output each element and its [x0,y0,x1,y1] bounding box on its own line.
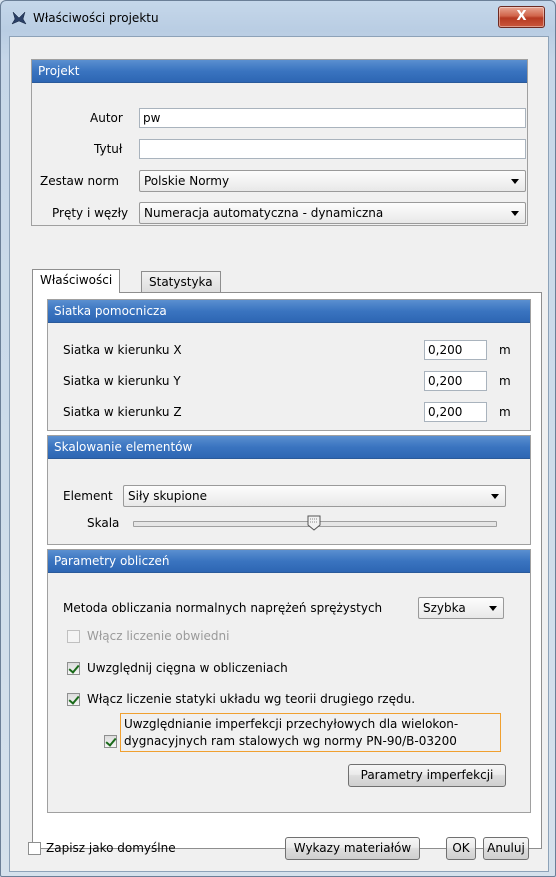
prety-wezly-value: Numeracja automatyczna - dynamiczna [144,206,384,220]
dialog-client: Projekt Autor pw Tytuł Zestaw norm Polsk… [9,36,549,872]
siatka-y-field[interactable]: 0,200 [424,371,487,391]
anuluj-button[interactable]: Anuluj [483,837,529,860]
zestaw-norm-label: Zestaw norm [40,174,119,188]
siatka-z-unit: m [499,405,511,419]
zestaw-norm-select[interactable]: Polskie Normy [139,170,526,192]
chevron-down-icon [489,606,497,611]
imperfekcje-label-line2: dygnacyjnych ram stalowych wg normy PN-9… [124,734,457,748]
element-value: Siły skupione [128,489,207,503]
parametry-imperfekcji-button[interactable]: Parametry imperfekcji [348,764,506,787]
title-bar[interactable]: Właściwości projektu X [1,1,555,35]
ok-button[interactable]: OK [446,837,476,860]
siatka-z-field[interactable]: 0,200 [424,402,487,422]
projekt-panel-header: Projekt [32,60,527,83]
close-icon: X [516,9,527,24]
ciegna-checkbox[interactable] [67,662,80,675]
chevron-down-icon [491,494,499,499]
siatka-z-label: Siatka w kierunku Z [63,405,182,419]
window-title: Właściwości projektu [33,11,159,25]
imperfekcje-label-line1: Uwzględnianie imperfekcji przechyłowych … [124,717,459,731]
siatka-y-unit: m [499,374,511,388]
dialog-window: Właściwości projektu X Projekt Autor pw … [0,0,556,877]
zapisz-domyslne-checkbox[interactable] [28,842,41,855]
element-select[interactable]: Siły skupione [123,485,506,507]
tab-statystyka[interactable]: Statystyka [141,271,221,293]
siatka-x-field[interactable]: 0,200 [424,340,487,360]
chevron-down-icon [511,179,519,184]
imperfekcje-label-box: Uwzględnianie imperfekcji przechyłowych … [120,713,501,752]
obwiedni-label: Włącz liczenie obwiedni [87,629,230,643]
wykazy-materialow-button[interactable]: Wykazy materiałów [285,837,420,860]
autor-field[interactable]: pw [139,108,526,128]
metoda-value: Szybka [423,601,466,615]
siatka-x-label: Siatka w kierunku X [63,343,182,357]
element-label: Element [63,489,113,503]
drugi-rzad-checkbox[interactable] [67,693,80,706]
siatka-x-unit: m [499,343,511,357]
tytul-field[interactable] [139,139,526,159]
tab-wlasciwosci[interactable]: Właściwości [32,269,121,293]
prety-wezly-label: Pręty i węzły [52,206,129,220]
metoda-select[interactable]: Szybka [418,597,504,619]
zestaw-norm-value: Polskie Normy [144,174,230,188]
obwiedni-checkbox[interactable] [67,630,80,643]
chevron-down-icon [511,211,519,216]
app-icon [11,11,27,25]
parametry-panel-header: Parametry obliczeń [48,550,530,573]
skala-label: Skala [87,516,120,530]
siatka-y-label: Siatka w kierunku Y [63,374,181,388]
imperfekcje-checkbox[interactable] [104,735,117,748]
skalowanie-panel-header: Skalowanie elementów [48,436,530,459]
skala-slider-thumb[interactable] [307,515,321,531]
autor-label: Autor [90,111,123,125]
metoda-label: Metoda obliczania normalnych naprężeń sp… [63,601,383,615]
prety-wezly-select[interactable]: Numeracja automatyczna - dynamiczna [139,202,526,224]
close-button[interactable]: X [498,6,545,28]
ciegna-label: Uwzględnij cięgna w obliczeniach [87,661,288,675]
siatka-panel-header: Siatka pomocnicza [48,300,530,323]
tytul-label: Tytuł [94,142,123,156]
drugi-rzad-label: Włącz liczenie statyki układu wg teorii … [87,692,416,706]
zapisz-domyslne-label: Zapisz jako domyślne [46,841,176,855]
